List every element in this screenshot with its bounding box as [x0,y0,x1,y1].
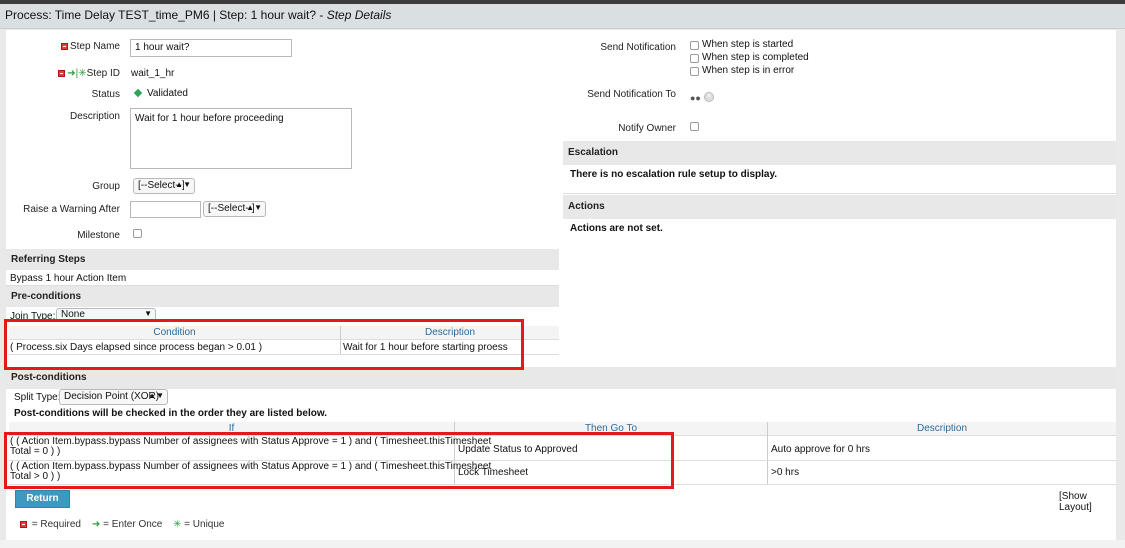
page-title-main: Process: Time Delay TEST_time_PM6 | Step… [5,8,327,22]
split-type-label: Split Type: [14,392,61,403]
required-icon [60,42,68,50]
notify-completed-checkbox[interactable] [690,54,699,63]
notify-started-label: When step is started [702,39,794,50]
group-select[interactable]: [--Select--] ▲▼ [133,178,195,194]
escalation-header: Escalation [563,141,1116,165]
bottom-shadow [0,540,1125,548]
notify-started-checkbox[interactable] [690,41,699,50]
updown-icon: ▲▼ [175,180,191,189]
legend-required: = Required [20,519,81,530]
unique-icon: ✳ [173,519,182,530]
required-icon [58,69,66,77]
postcondition-row-1-description: Auto approve for 0 hrs [771,444,870,455]
postconditions-note: Post-conditions will be checked in the o… [14,408,328,419]
split-type-select[interactable]: Decision Point (XOR) ▲▼ [59,389,168,405]
actions-text: Actions are not set. [570,223,663,234]
postcondition-row-2-description: >0 hrs [771,467,800,478]
referring-steps-header: Referring Steps [6,249,559,270]
legend-enter-once: ➜ = Enter Once [92,519,163,530]
referring-step-item: Bypass 1 hour Action Item [10,273,127,284]
notify-error-checkbox[interactable] [690,67,699,76]
escalation-text: There is no escalation rule setup to dis… [570,169,778,180]
updown-icon: ▲▼ [246,203,262,212]
step-id-label: ➜|✳Step ID [26,68,120,79]
page-title-sub: Step Details [326,8,392,22]
show-layout-link[interactable]: [Show Layout] [1059,491,1116,513]
validated-icon [133,89,143,98]
postcondition-highlight-box [4,432,674,489]
page-title: Process: Time Delay TEST_time_PM6 | Step… [0,4,1125,29]
legend-unique: ✳ = Unique [173,519,225,530]
send-notification-label: Send Notification [600,42,676,53]
notify-error-label: When step is in error [702,65,795,76]
milestone-label: Milestone [77,230,120,241]
enter-once-icon: ➜ [67,68,76,79]
notify-owner-checkbox[interactable] [690,122,699,131]
divider [563,193,1116,194]
notify-owner-label: Notify Owner [618,123,676,134]
step-name-label: Step Name [26,41,120,52]
raise-warning-label: Raise a Warning After [23,204,120,215]
required-icon [20,520,27,528]
postcondition-col-description: Description [768,422,1116,436]
preconditions-header: Pre-conditions [6,286,559,307]
binoculars-icon[interactable]: ●● [690,93,701,103]
step-name-input[interactable]: 1 hour wait? [130,39,292,57]
raise-warning-input[interactable] [130,201,201,218]
enter-once-icon: ➜ [92,519,101,530]
step-id-value: wait_1_hr [131,68,175,79]
clear-icon[interactable]: ✕ [704,92,714,102]
postconditions-header: Post-conditions [6,367,1116,389]
milestone-checkbox[interactable] [133,229,142,238]
group-label: Group [92,181,120,192]
unique-icon: |✳ [75,68,87,79]
column-divider [767,422,768,484]
updown-icon: ▲▼ [148,391,164,400]
status-label: Status [91,89,120,100]
notify-completed-label: When step is completed [702,52,809,63]
description-label: Description [69,111,120,122]
precondition-highlight-box [4,319,524,370]
actions-header: Actions [563,195,1116,219]
send-notification-to-label: Send Notification To [587,89,676,100]
description-textarea[interactable]: Wait for 1 hour before proceeding [130,108,352,169]
return-button[interactable]: Return [15,490,70,508]
raise-warning-unit-select[interactable]: [--Select--] ▲▼ [203,201,266,217]
status-value: Validated [133,88,188,99]
chevron-down-icon: ▼ [144,309,152,318]
